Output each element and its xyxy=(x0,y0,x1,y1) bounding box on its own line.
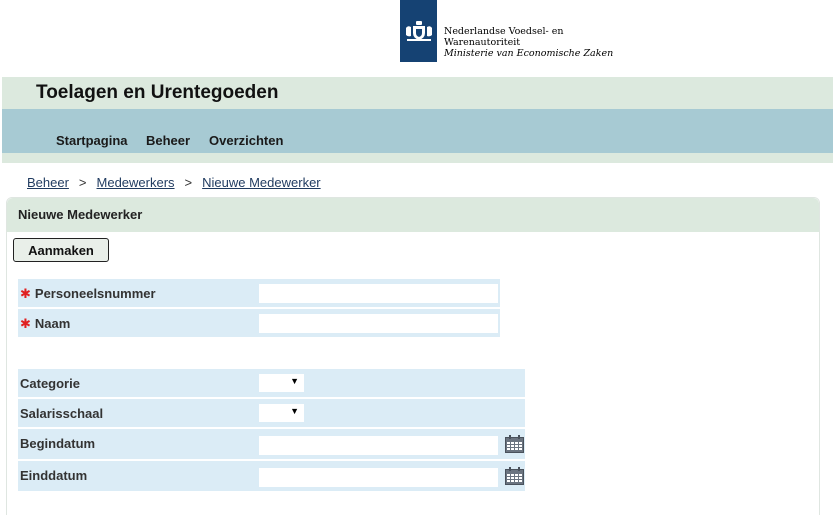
required-marker: ✱ xyxy=(20,316,31,331)
breadcrumb-beheer[interactable]: Beheer xyxy=(27,175,69,190)
naam-label: ✱ Naam xyxy=(20,316,70,332)
breadcrumb-separator: > xyxy=(184,175,193,190)
app-title: Toelagen en Urentegoeden xyxy=(36,82,279,103)
form-row-einddatum: Einddatum xyxy=(18,461,525,491)
nav-item-beheer[interactable]: Beheer xyxy=(146,133,190,148)
main-navigation: Startpagina Beheer Overzichten xyxy=(2,109,833,153)
personeelsnummer-label: ✱ Personeelsnummer xyxy=(20,286,156,302)
breadcrumb: Beheer > Medewerkers > Nieuwe Medewerker xyxy=(27,175,321,190)
categorie-label: Categorie xyxy=(20,376,80,391)
chevron-down-icon: ▼ xyxy=(290,376,299,386)
form-row-begindatum: Begindatum xyxy=(18,429,525,459)
logo-text: Nederlandse Voedsel- en Warenautoriteit … xyxy=(444,26,613,59)
breadcrumb-separator: > xyxy=(78,175,87,190)
panel-title: Nieuwe Medewerker xyxy=(7,198,819,232)
required-fields-form: ✱ Personeelsnummer ✱ Naam xyxy=(18,279,500,339)
organization-logo: Nederlandse Voedsel- en Warenautoriteit … xyxy=(400,0,613,64)
breadcrumb-medewerkers[interactable]: Medewerkers xyxy=(97,175,175,190)
required-marker: ✱ xyxy=(20,286,31,301)
begindatum-label: Begindatum xyxy=(20,436,96,451)
einddatum-input[interactable] xyxy=(259,468,498,487)
form-row-salarisschaal: Salarisschaal ▼ xyxy=(18,399,525,427)
logo-line-1: Nederlandse Voedsel- en xyxy=(444,26,564,37)
logo-line-3: Ministerie van Economische Zaken xyxy=(444,48,614,59)
begindatum-input[interactable] xyxy=(259,436,498,455)
naam-label-text: Naam xyxy=(34,316,71,331)
chevron-down-icon: ▼ xyxy=(290,406,299,416)
nav-item-overzichten[interactable]: Overzichten xyxy=(209,133,283,148)
create-button[interactable]: Aanmaken xyxy=(13,238,109,262)
categorie-select[interactable]: ▼ xyxy=(259,374,304,392)
crest-icon xyxy=(400,0,437,62)
salarisschaal-label: Salarisschaal xyxy=(20,406,104,421)
form-row-naam: ✱ Naam xyxy=(18,309,500,337)
nav-divider xyxy=(2,153,833,163)
breadcrumb-nieuwe-medewerker[interactable]: Nieuwe Medewerker xyxy=(202,175,321,190)
salarisschaal-select[interactable]: ▼ xyxy=(259,404,304,422)
naam-input[interactable] xyxy=(259,314,498,333)
einddatum-label: Einddatum xyxy=(20,468,88,483)
personeelsnummer-label-text: Personeelsnummer xyxy=(34,286,156,301)
nav-item-startpagina[interactable]: Startpagina xyxy=(56,133,128,148)
form-row-personeelsnummer: ✱ Personeelsnummer xyxy=(18,279,500,307)
calendar-icon[interactable] xyxy=(505,435,524,453)
personeelsnummer-input[interactable] xyxy=(259,284,498,303)
optional-fields-form: Categorie ▼ Salarisschaal ▼ Begindatum E… xyxy=(18,369,525,493)
logo-line-2: Warenautoriteit xyxy=(444,37,521,48)
calendar-icon[interactable] xyxy=(505,467,524,485)
app-header: Toelagen en Urentegoeden xyxy=(2,77,833,109)
form-row-categorie: Categorie ▼ xyxy=(18,369,525,397)
